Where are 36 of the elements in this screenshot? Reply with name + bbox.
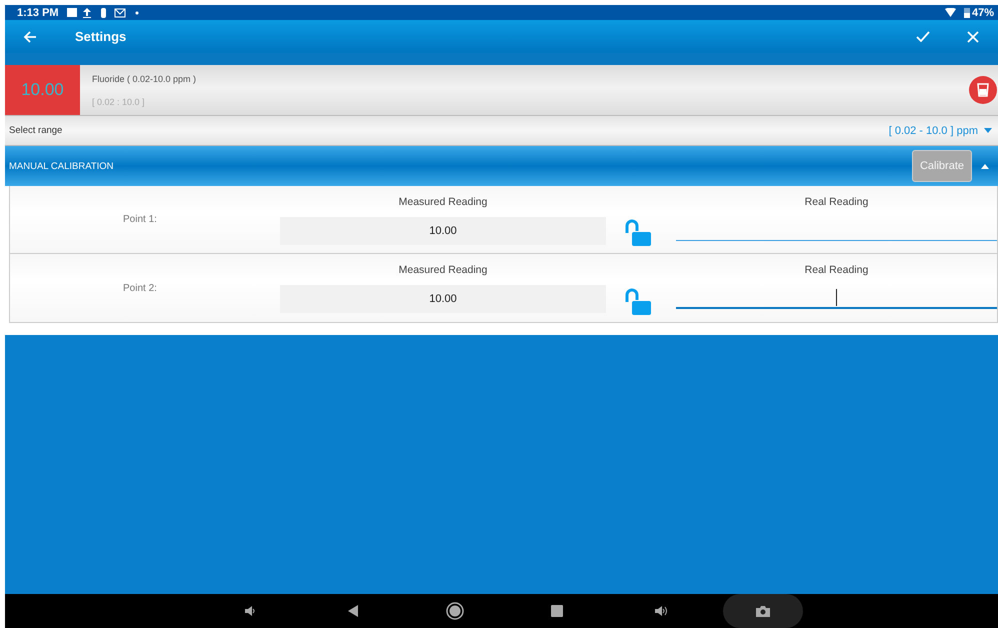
cup-icon — [977, 83, 989, 97]
dropdown-caret-icon — [984, 128, 992, 133]
unlocked-padlock-icon[interactable] — [624, 288, 651, 316]
screenshot-button[interactable] — [723, 594, 803, 628]
sample-cup-button[interactable] — [969, 76, 997, 104]
column-label: Measured Reading — [398, 264, 488, 276]
page-title: Settings — [75, 29, 126, 44]
speaker-low-icon — [244, 605, 256, 617]
unlocked-padlock-icon[interactable] — [624, 219, 651, 247]
column-label: Real Reading — [804, 264, 868, 276]
measured-reading-field: 10.00 — [280, 285, 606, 313]
parameter-name: Fluoride ( 0.02-10.0 ppm ) — [92, 74, 198, 84]
parameter-range: [ 0.02 : 10.0 ] — [92, 96, 146, 106]
point-label: Point 1: — [123, 214, 157, 225]
speaker-high-icon — [654, 605, 668, 617]
column-label: Measured Reading — [398, 196, 488, 208]
reading-value: 10.00 — [5, 65, 80, 115]
home-button[interactable] — [445, 601, 465, 621]
triangle-back-icon — [347, 605, 359, 617]
battery-percent: 47% — [972, 6, 994, 18]
square-icon — [551, 605, 563, 617]
caret-icon — [981, 164, 989, 168]
wifi-icon — [944, 8, 956, 17]
column-label: Real Reading — [804, 196, 868, 208]
camera-icon — [756, 605, 770, 617]
measured-reading-field: 10.00 — [280, 217, 606, 245]
section-title: MANUAL CALIBRATION — [9, 160, 115, 172]
home-circle-icon — [446, 602, 464, 620]
range-dropdown[interactable]: [ 0.02 - 10.0 ] ppm — [888, 124, 992, 136]
status-time: 1:13 PM — [17, 6, 59, 18]
battery-icon — [964, 7, 970, 18]
back-arrow-icon — [23, 30, 37, 42]
checkmark-icon — [916, 31, 930, 42]
point-label: Point 2: — [123, 282, 157, 294]
close-icon — [967, 30, 979, 42]
range-label: Select range — [9, 125, 62, 136]
